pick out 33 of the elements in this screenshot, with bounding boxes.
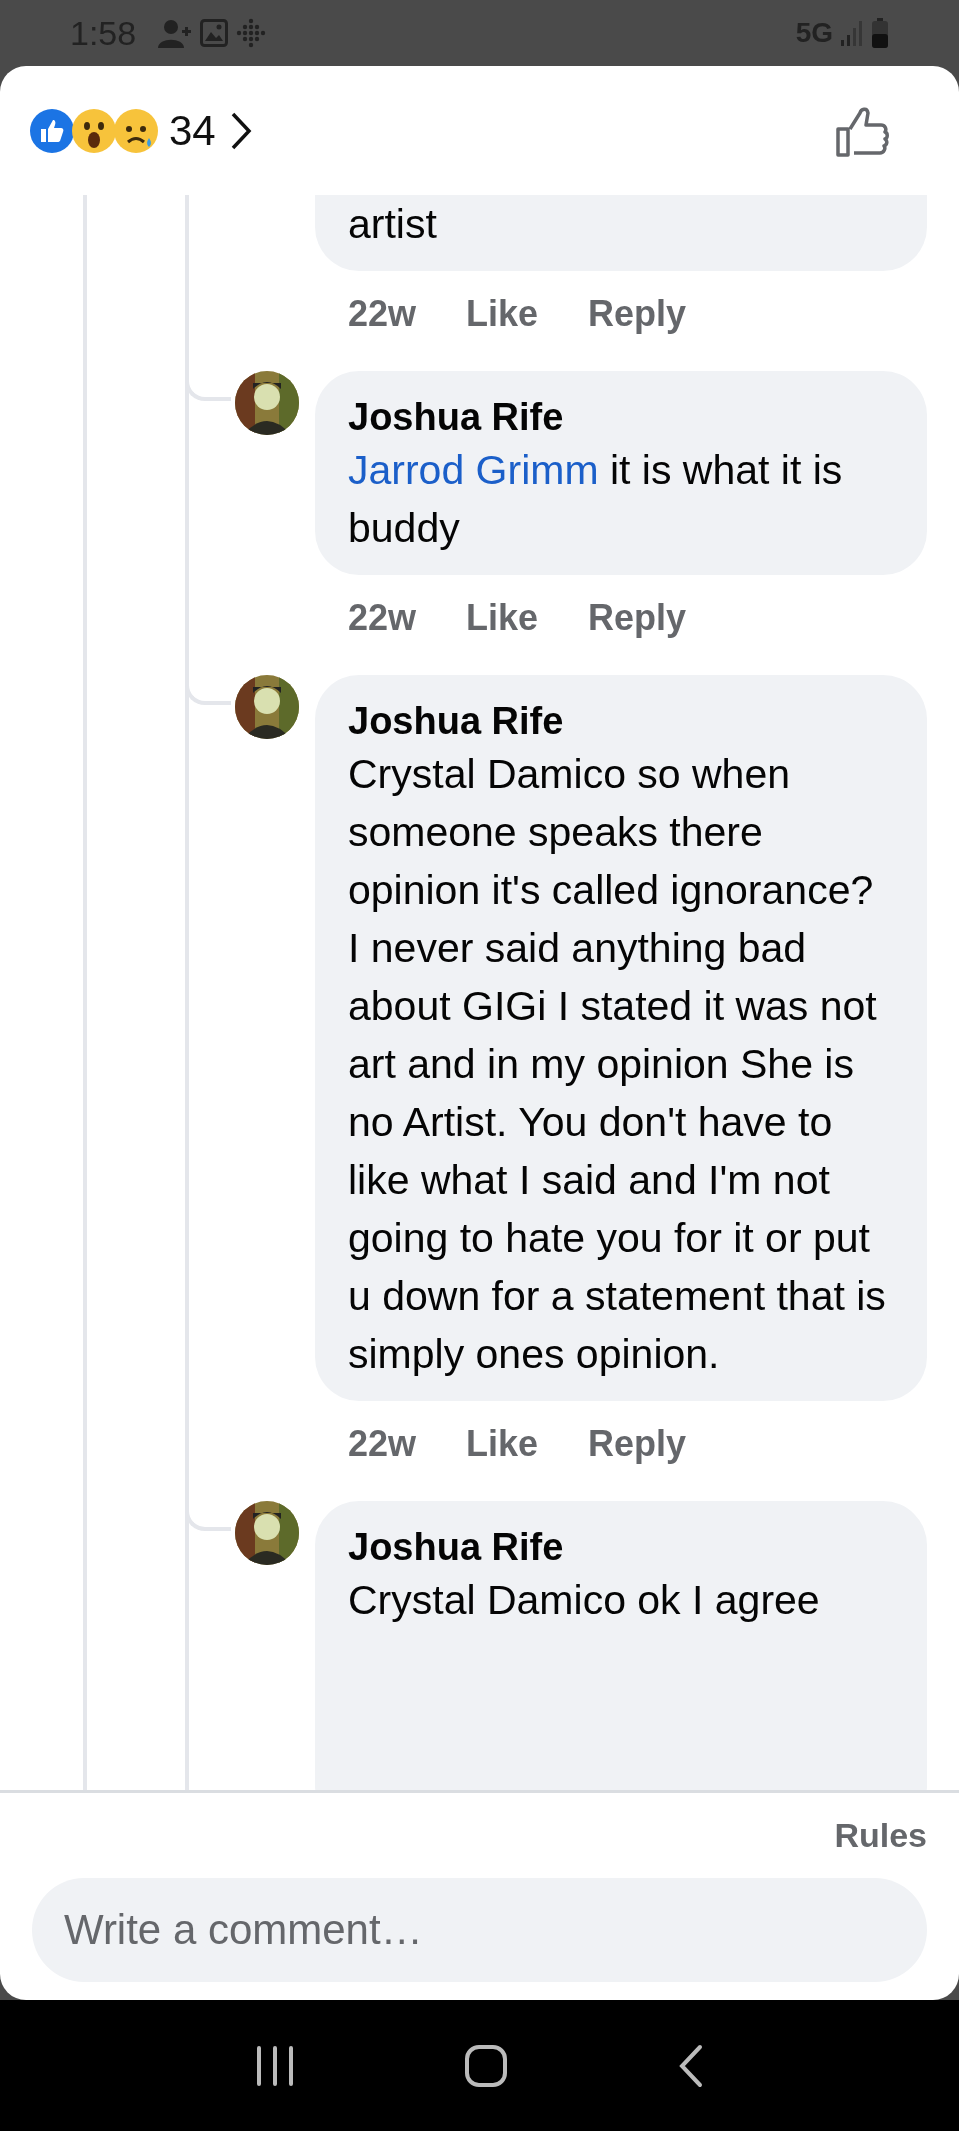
comment-time: 22w [348,293,417,335]
dots-grid-icon [236,18,267,48]
add-person-icon [158,18,193,48]
battery-icon [871,18,889,48]
mention-link[interactable]: Jarrod Grimm [348,447,599,493]
comment-text: Crystal Damico so when someone speaks there opinion it's called ignorance? I never said anything bad about GIGi I stated it was not art and in my opinion She is no Artist. You don't have to like what I said and I'm not going to hate you for it or put u down for a statement that is simply ones opinion. [348,750,887,1379]
reaction-count[interactable]: 34 [169,106,216,155]
comment-text: artist [348,200,438,249]
author-name[interactable]: Joshua Rife [348,697,887,745]
reply-link[interactable]: Reply [588,293,687,335]
back-icon[interactable] [678,2043,705,2088]
sad-face-icon [113,107,159,154]
chevron-right-icon[interactable] [229,110,252,151]
thumbs-up-icon[interactable] [835,104,889,157]
image-icon [200,19,229,47]
like-icon [29,107,75,154]
like-link[interactable]: Like [466,293,539,335]
home-icon[interactable] [464,2043,509,2088]
author-name[interactable]: Joshua Rife [348,393,887,441]
like-link[interactable]: Like [466,1423,539,1465]
comment-text: Jarrod Grimm it is what it is buddy [348,446,844,553]
signal-icon [841,20,863,46]
comment-time: 22w [348,1423,417,1465]
surprised-face-icon [71,107,117,154]
rules-link[interactable]: Rules [834,1816,927,1855]
comment-text: Crystal Damico ok I agree [348,1576,821,1625]
reply-link[interactable]: Reply [588,1423,687,1465]
like-link[interactable]: Like [466,597,539,639]
reply-link[interactable]: Reply [588,597,687,639]
comment-field[interactable]: Write a comment… [32,1878,927,1982]
recents-icon[interactable] [254,2044,295,2087]
comment-time: 22w [348,597,417,639]
author-name[interactable]: Joshua Rife [348,1523,887,1571]
